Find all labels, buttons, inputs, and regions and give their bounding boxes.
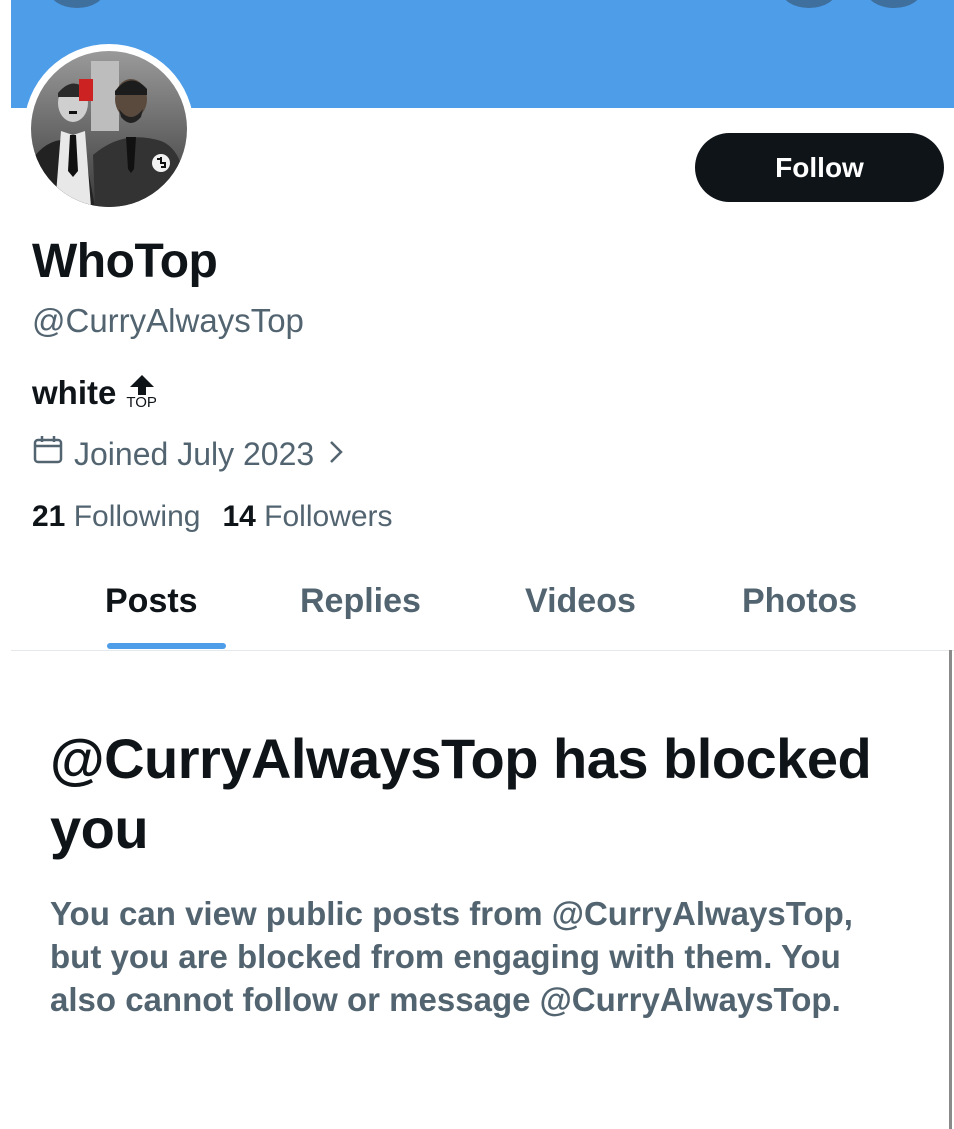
avatar[interactable] (24, 44, 194, 214)
top-emoji-label: TOP (126, 394, 157, 411)
following-label: Following (73, 500, 201, 533)
follow-button[interactable]: Follow (695, 133, 944, 202)
display-name: WhoTop (32, 235, 218, 288)
tab-photos[interactable]: Photos (742, 582, 857, 621)
back-button[interactable] (49, 0, 105, 8)
following-stat[interactable]: 21 Following (32, 500, 200, 534)
tab-posts[interactable]: Posts (105, 582, 198, 621)
active-tab-indicator (107, 643, 226, 649)
top-arrow-emoji: TOP (126, 375, 157, 410)
followers-count: 14 (222, 500, 256, 533)
chevron-right-icon (328, 436, 344, 473)
bio: white TOP (32, 374, 157, 412)
user-handle: @CurryAlwaysTop (32, 302, 304, 339)
tab-replies[interactable]: Replies (300, 582, 421, 621)
followers-label: Followers (264, 500, 393, 533)
search-button[interactable] (781, 0, 837, 8)
followers-stat[interactable]: 14 Followers (222, 500, 392, 534)
following-count: 21 (32, 500, 66, 533)
scrollbar[interactable] (949, 650, 952, 1129)
tab-videos[interactable]: Videos (525, 582, 636, 621)
joined-date[interactable]: Joined July 2023 (32, 434, 344, 474)
avatar-image (31, 51, 187, 207)
joined-text: Joined July 2023 (74, 435, 315, 472)
bio-text: white (32, 374, 117, 411)
follow-stats: 21 Following 14 Followers (32, 500, 415, 534)
blocked-message: You can view public posts from @CurryAlw… (50, 895, 853, 1018)
profile-tabs: Posts Replies Videos Photos (11, 568, 954, 651)
more-button[interactable] (866, 0, 922, 8)
calendar-icon (32, 434, 64, 474)
blocked-title: @CurryAlwaysTop has blocked you (50, 727, 872, 860)
left-edge (0, 0, 11, 1129)
